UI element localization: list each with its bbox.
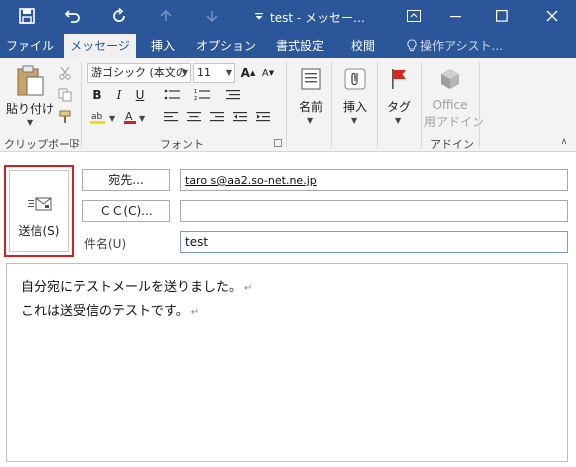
customize-qat-icon[interactable] <box>248 5 270 27</box>
align-right-icon[interactable] <box>208 108 226 126</box>
body-line-text: 自分宛にテストメールを送りました。 <box>21 280 243 295</box>
close-icon[interactable] <box>536 2 568 30</box>
send-label: 送信(S) <box>18 224 60 238</box>
copy-icon <box>56 86 74 104</box>
body-line: これは送受信のテストです。 ↵ <box>21 300 567 324</box>
collapse-ribbon-icon[interactable]: ∧ <box>558 136 570 148</box>
tags-dropdown-icon[interactable]: ▼ <box>395 116 401 125</box>
font-color-dropdown-icon[interactable]: ▼ <box>139 114 145 123</box>
insert-dropdown-icon[interactable]: ▼ <box>351 116 357 125</box>
tab-format[interactable]: 書式設定 <box>270 34 330 58</box>
format-painter-icon[interactable] <box>56 108 74 126</box>
text-highlight-icon[interactable]: ab <box>88 108 108 126</box>
addins-group-label: アドイン <box>430 138 474 151</box>
paste-icon[interactable] <box>12 64 48 98</box>
highlight-dropdown-icon[interactable]: ▼ <box>109 114 115 123</box>
lightbulb-icon <box>402 34 422 58</box>
increase-indent-icon[interactable] <box>254 108 272 126</box>
ribbon: 貼り付け ▼ クリップボード 游ゴシック (本文の ▼ 11 ▼ A ▲ A ▼ B I… <box>0 58 576 152</box>
tab-message[interactable]: メッセージ <box>64 34 136 58</box>
insert-label[interactable]: 挿入 <box>336 98 374 115</box>
bold-icon[interactable]: B <box>89 86 105 104</box>
tags-label[interactable]: タグ <box>380 98 418 115</box>
group-separator <box>421 62 422 148</box>
italic-icon[interactable]: I <box>111 86 127 104</box>
group-separator <box>377 62 378 148</box>
cc-field[interactable] <box>180 200 568 222</box>
align-left-icon[interactable] <box>162 108 180 126</box>
font-color-icon[interactable]: A <box>122 108 138 126</box>
names-label[interactable]: 名前 <box>292 98 330 115</box>
office-addins-icon <box>434 64 466 94</box>
clipboard-launcher-icon[interactable] <box>70 139 78 147</box>
tell-me-search[interactable]: 操作アシスト... <box>420 34 503 58</box>
paste-label[interactable]: 貼り付け <box>6 100 54 117</box>
send-envelope-icon <box>28 197 52 216</box>
compose-area: 送信(S) 宛先... taro s@aa2.so-net.ne.jp ＣＣ(C… <box>0 152 576 467</box>
attach-file-icon[interactable] <box>340 64 370 94</box>
font-name-value: 游ゴシック (本文の <box>91 66 187 79</box>
styles-icon[interactable] <box>222 86 244 104</box>
ribbon-display-options-icon[interactable] <box>398 2 430 30</box>
group-separator <box>331 62 332 148</box>
group-separator <box>479 62 480 148</box>
bullets-icon[interactable] <box>162 86 184 104</box>
font-size-value: 11 <box>197 66 211 79</box>
refresh-icon[interactable] <box>108 5 130 27</box>
chevron-down-icon: ▼ <box>181 68 188 77</box>
previous-item-icon <box>155 5 177 27</box>
body-line: 自分宛にテストメールを送りました。 ↵ <box>21 276 567 300</box>
recipient-address[interactable]: taro s@aa2.so-net.ne.jp <box>185 174 317 187</box>
next-item-icon <box>201 5 223 27</box>
svg-text:1: 1 <box>194 89 197 95</box>
tab-options[interactable]: オプション <box>196 34 256 58</box>
paragraph-mark-icon: ↵ <box>190 307 200 318</box>
message-body[interactable]: 自分宛にテストメールを送りました。 ↵ これは送受信のテストです。 ↵ <box>6 263 568 462</box>
paste-dropdown-icon[interactable]: ▼ <box>27 118 33 127</box>
save-icon[interactable] <box>16 5 38 27</box>
shrink-font-icon[interactable]: A ▼ <box>259 64 277 82</box>
numbering-icon[interactable]: 12 <box>192 86 214 104</box>
chevron-down-icon: ▼ <box>225 68 232 77</box>
address-book-icon[interactable] <box>296 64 326 94</box>
font-size-combo[interactable]: 11 ▼ <box>193 63 235 83</box>
ribbon-tab-bar: ファイル メッセージ 挿入 オプション 書式設定 校閲 操作アシスト... <box>0 32 576 58</box>
to-field[interactable]: taro s@aa2.so-net.ne.jp <box>180 169 568 191</box>
title-bar: test - メッセー… <box>0 0 576 32</box>
names-dropdown-icon[interactable]: ▼ <box>307 116 313 125</box>
cut-icon <box>56 64 74 82</box>
subject-label: 件名(U) <box>84 237 127 251</box>
decrease-indent-icon[interactable] <box>231 108 249 126</box>
group-separator <box>286 62 287 148</box>
to-button[interactable]: 宛先... <box>82 169 170 191</box>
font-group-label: フォント <box>160 138 204 151</box>
tab-insert[interactable]: 挿入 <box>146 34 180 58</box>
svg-text:ab: ab <box>91 112 103 122</box>
tab-file[interactable]: ファイル <box>4 34 56 58</box>
undo-icon[interactable] <box>62 5 84 27</box>
office-addins-label-line1: Office <box>432 98 468 112</box>
underline-icon[interactable]: U <box>132 86 148 104</box>
subject-field[interactable]: test <box>180 231 568 253</box>
window-title: test - メッセー… <box>270 11 366 25</box>
grow-font-icon[interactable]: A ▲ <box>239 64 257 82</box>
tab-review[interactable]: 校閲 <box>346 34 380 58</box>
minimize-icon[interactable] <box>440 2 472 30</box>
maximize-icon[interactable] <box>486 2 518 30</box>
paragraph-mark-icon: ↵ <box>244 283 253 294</box>
align-center-icon[interactable] <box>185 108 203 126</box>
group-separator <box>81 62 82 148</box>
svg-text:2: 2 <box>194 96 197 102</box>
font-launcher-icon[interactable] <box>274 139 282 147</box>
font-name-combo[interactable]: 游ゴシック (本文の ▼ <box>87 63 191 83</box>
flag-icon[interactable] <box>384 64 414 94</box>
cc-button[interactable]: ＣＣ(C)... <box>82 200 170 222</box>
send-button-face[interactable]: 送信(S) <box>9 170 69 252</box>
body-line-text: これは送受信のテストです。 <box>21 304 189 319</box>
office-addins-label-line2: 用アドイン <box>424 115 485 129</box>
send-button[interactable]: 送信(S) <box>4 165 74 257</box>
